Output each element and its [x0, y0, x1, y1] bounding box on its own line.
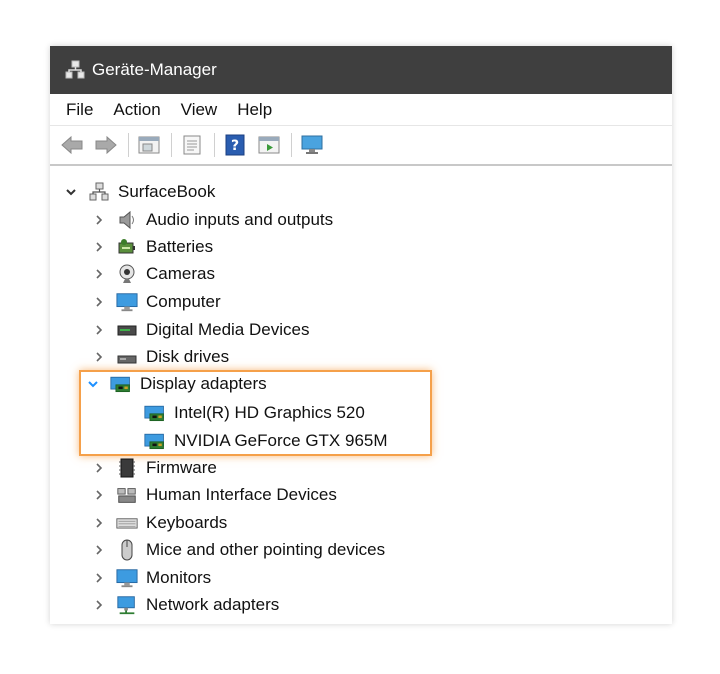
- disk-icon: [116, 346, 138, 368]
- tree-item-label: Intel(R) HD Graphics 520: [174, 402, 365, 422]
- tree-item-computer[interactable]: Computer: [92, 288, 221, 315]
- menu-file[interactable]: File: [56, 100, 103, 120]
- tree-item-label: Computer: [146, 291, 221, 311]
- tree-item-digital-media[interactable]: Digital Media Devices: [92, 316, 309, 343]
- tree-item-label: Batteries: [146, 236, 214, 256]
- window-title: Geräte-Manager: [92, 60, 217, 79]
- display-adapter-icon: [110, 373, 132, 395]
- menu-bar: File Action View Help: [50, 94, 672, 126]
- device-manager-icon: [65, 60, 85, 79]
- chevron-right-icon[interactable]: [92, 267, 106, 281]
- chevron-right-icon[interactable]: [92, 461, 106, 475]
- tree-item-label: Keyboards: [146, 512, 228, 532]
- toolbar-separator: [214, 133, 215, 157]
- tree-child-intel-graphics[interactable]: Intel(R) HD Graphics 520: [120, 399, 365, 426]
- menu-action[interactable]: Action: [103, 100, 170, 120]
- chevron-right-icon[interactable]: [92, 543, 106, 557]
- tree-root-surfacebook[interactable]: SurfaceBook: [64, 178, 215, 205]
- tree-item-monitors[interactable]: Monitors: [92, 564, 211, 591]
- chevron-right-icon[interactable]: [92, 516, 106, 530]
- tree-item-label: Display adapters: [140, 373, 267, 393]
- chevron-down-icon[interactable]: [86, 377, 100, 391]
- keyboard-icon: [116, 512, 138, 534]
- computer-network-icon: [88, 181, 110, 203]
- svg-text:?: ?: [231, 138, 239, 154]
- tree-item-keyboards[interactable]: Keyboards: [92, 509, 227, 536]
- monitor-icon: [116, 291, 138, 313]
- chevron-right-icon[interactable]: [92, 323, 106, 337]
- tree-item-label: Network adapters: [146, 594, 280, 614]
- chevron-right-icon[interactable]: [92, 598, 106, 612]
- monitor-icon: [301, 135, 323, 154]
- tree-child-nvidia-geforce[interactable]: NVIDIA GeForce GTX 965M: [120, 427, 388, 454]
- tree-item-label: Digital Media Devices: [146, 319, 310, 339]
- chevron-right-icon[interactable]: [92, 488, 106, 502]
- help-icon: ?: [225, 134, 245, 156]
- tree-item-label: Disk drives: [146, 346, 230, 366]
- menu-help[interactable]: Help: [227, 100, 282, 120]
- document-icon: [183, 135, 201, 155]
- tree-item-audio[interactable]: Audio inputs and outputs: [92, 206, 333, 233]
- document-button[interactable]: [178, 131, 206, 159]
- firmware-icon: [116, 457, 138, 479]
- tree-item-cameras[interactable]: Cameras: [92, 260, 215, 287]
- menu-view[interactable]: View: [171, 100, 228, 120]
- toolbar-separator: [128, 133, 129, 157]
- chevron-right-icon[interactable]: [92, 571, 106, 585]
- tree-item-firmware[interactable]: Firmware: [92, 454, 217, 481]
- toolbar-separator: [291, 133, 292, 157]
- forward-arrow-icon: [95, 135, 117, 155]
- tree-item-label: Monitors: [146, 567, 212, 587]
- play-icon: [258, 136, 280, 154]
- scan-hardware-button[interactable]: [298, 131, 326, 159]
- tree-item-label: Mice and other pointing devices: [146, 539, 386, 559]
- properties-button[interactable]: [135, 131, 163, 159]
- monitor-icon: [116, 567, 138, 589]
- battery-icon: [116, 236, 138, 258]
- back-button[interactable]: [58, 131, 86, 159]
- tree-item-label: Human Interface Devices: [146, 484, 337, 504]
- tree-item-label: Cameras: [146, 263, 215, 283]
- tree-item-label: Firmware: [146, 457, 217, 477]
- chevron-right-icon[interactable]: [92, 213, 106, 227]
- tree-item-mice[interactable]: Mice and other pointing devices: [92, 536, 385, 563]
- chevron-right-icon[interactable]: [92, 295, 106, 309]
- tree-item-display-adapters[interactable]: Display adapters: [86, 370, 267, 397]
- back-arrow-icon: [61, 135, 83, 155]
- forward-button[interactable]: [92, 131, 120, 159]
- toolbar-separator: [171, 133, 172, 157]
- title-bar: Geräte-Manager: [50, 46, 672, 94]
- tree-item-network[interactable]: Network adapters: [92, 591, 279, 618]
- tree-item-disk-drives[interactable]: Disk drives: [92, 343, 229, 370]
- tree-item-batteries[interactable]: Batteries: [92, 233, 213, 260]
- help-button[interactable]: ?: [221, 131, 249, 159]
- tree-item-label: NVIDIA GeForce GTX 965M: [174, 430, 388, 450]
- speaker-icon: [116, 209, 138, 231]
- tree-item-label: Audio inputs and outputs: [146, 209, 334, 229]
- run-button[interactable]: [255, 131, 283, 159]
- tree-root-label: SurfaceBook: [118, 181, 216, 201]
- mouse-icon: [116, 539, 138, 561]
- properties-icon: [138, 136, 160, 154]
- chevron-down-icon[interactable]: [64, 185, 78, 199]
- tree-item-hid[interactable]: Human Interface Devices: [92, 481, 337, 508]
- display-adapter-icon: [144, 430, 166, 452]
- media-device-icon: [116, 319, 138, 341]
- toolbar: ?: [50, 126, 672, 166]
- display-adapter-icon: [144, 402, 166, 424]
- network-icon: [116, 594, 138, 616]
- chevron-right-icon[interactable]: [92, 240, 106, 254]
- hid-icon: [116, 484, 138, 506]
- camera-icon: [116, 263, 138, 285]
- chevron-right-icon[interactable]: [92, 350, 106, 364]
